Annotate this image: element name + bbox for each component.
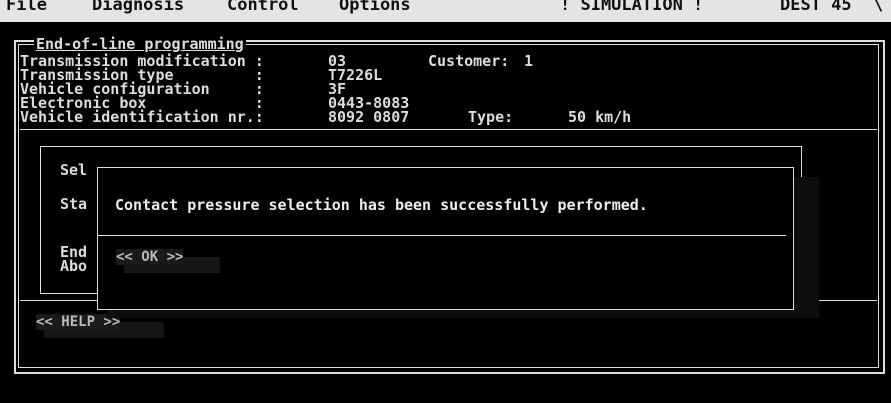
panel-title: End-of-line programming: [34, 35, 246, 53]
menu-bar: File Diagnosis Control Options ! SIMULAT…: [0, 0, 891, 22]
customer-label: Customer:: [428, 52, 510, 70]
type-label: Type:: [468, 108, 514, 126]
ok-button[interactable]: << OK >>: [116, 249, 184, 265]
panel-separator-top: [20, 129, 877, 130]
main-screen: End-of-line programming Transmission mod…: [0, 22, 891, 403]
menu-diagnosis[interactable]: Diagnosis: [92, 0, 184, 16]
corner-glyph: \: [873, 0, 884, 15]
dialog-message: Contact pressure selection has been succ…: [115, 196, 648, 214]
menu-options[interactable]: Options: [339, 0, 411, 16]
type-value: 50 km/h: [568, 108, 632, 126]
row-vehicle-id-label: Vehicle identification nr.:: [20, 108, 264, 126]
menu-control[interactable]: Control: [227, 0, 299, 16]
dialog-separator: [98, 235, 786, 236]
menu-file[interactable]: File: [6, 0, 47, 16]
customer-value: 1: [524, 52, 534, 70]
row-vehicle-id-value: 8092 0807: [328, 108, 410, 126]
bg-label-sel: Sel: [60, 161, 88, 179]
bg-label-sta: Sta: [60, 195, 88, 213]
simulation-indicator: ! SIMULATION !: [560, 0, 704, 15]
bg-label-abo[interactable]: Abo: [60, 258, 87, 274]
success-dialog: Contact pressure selection has been succ…: [97, 167, 794, 310]
dest-indicator: DEST 45: [780, 0, 852, 15]
